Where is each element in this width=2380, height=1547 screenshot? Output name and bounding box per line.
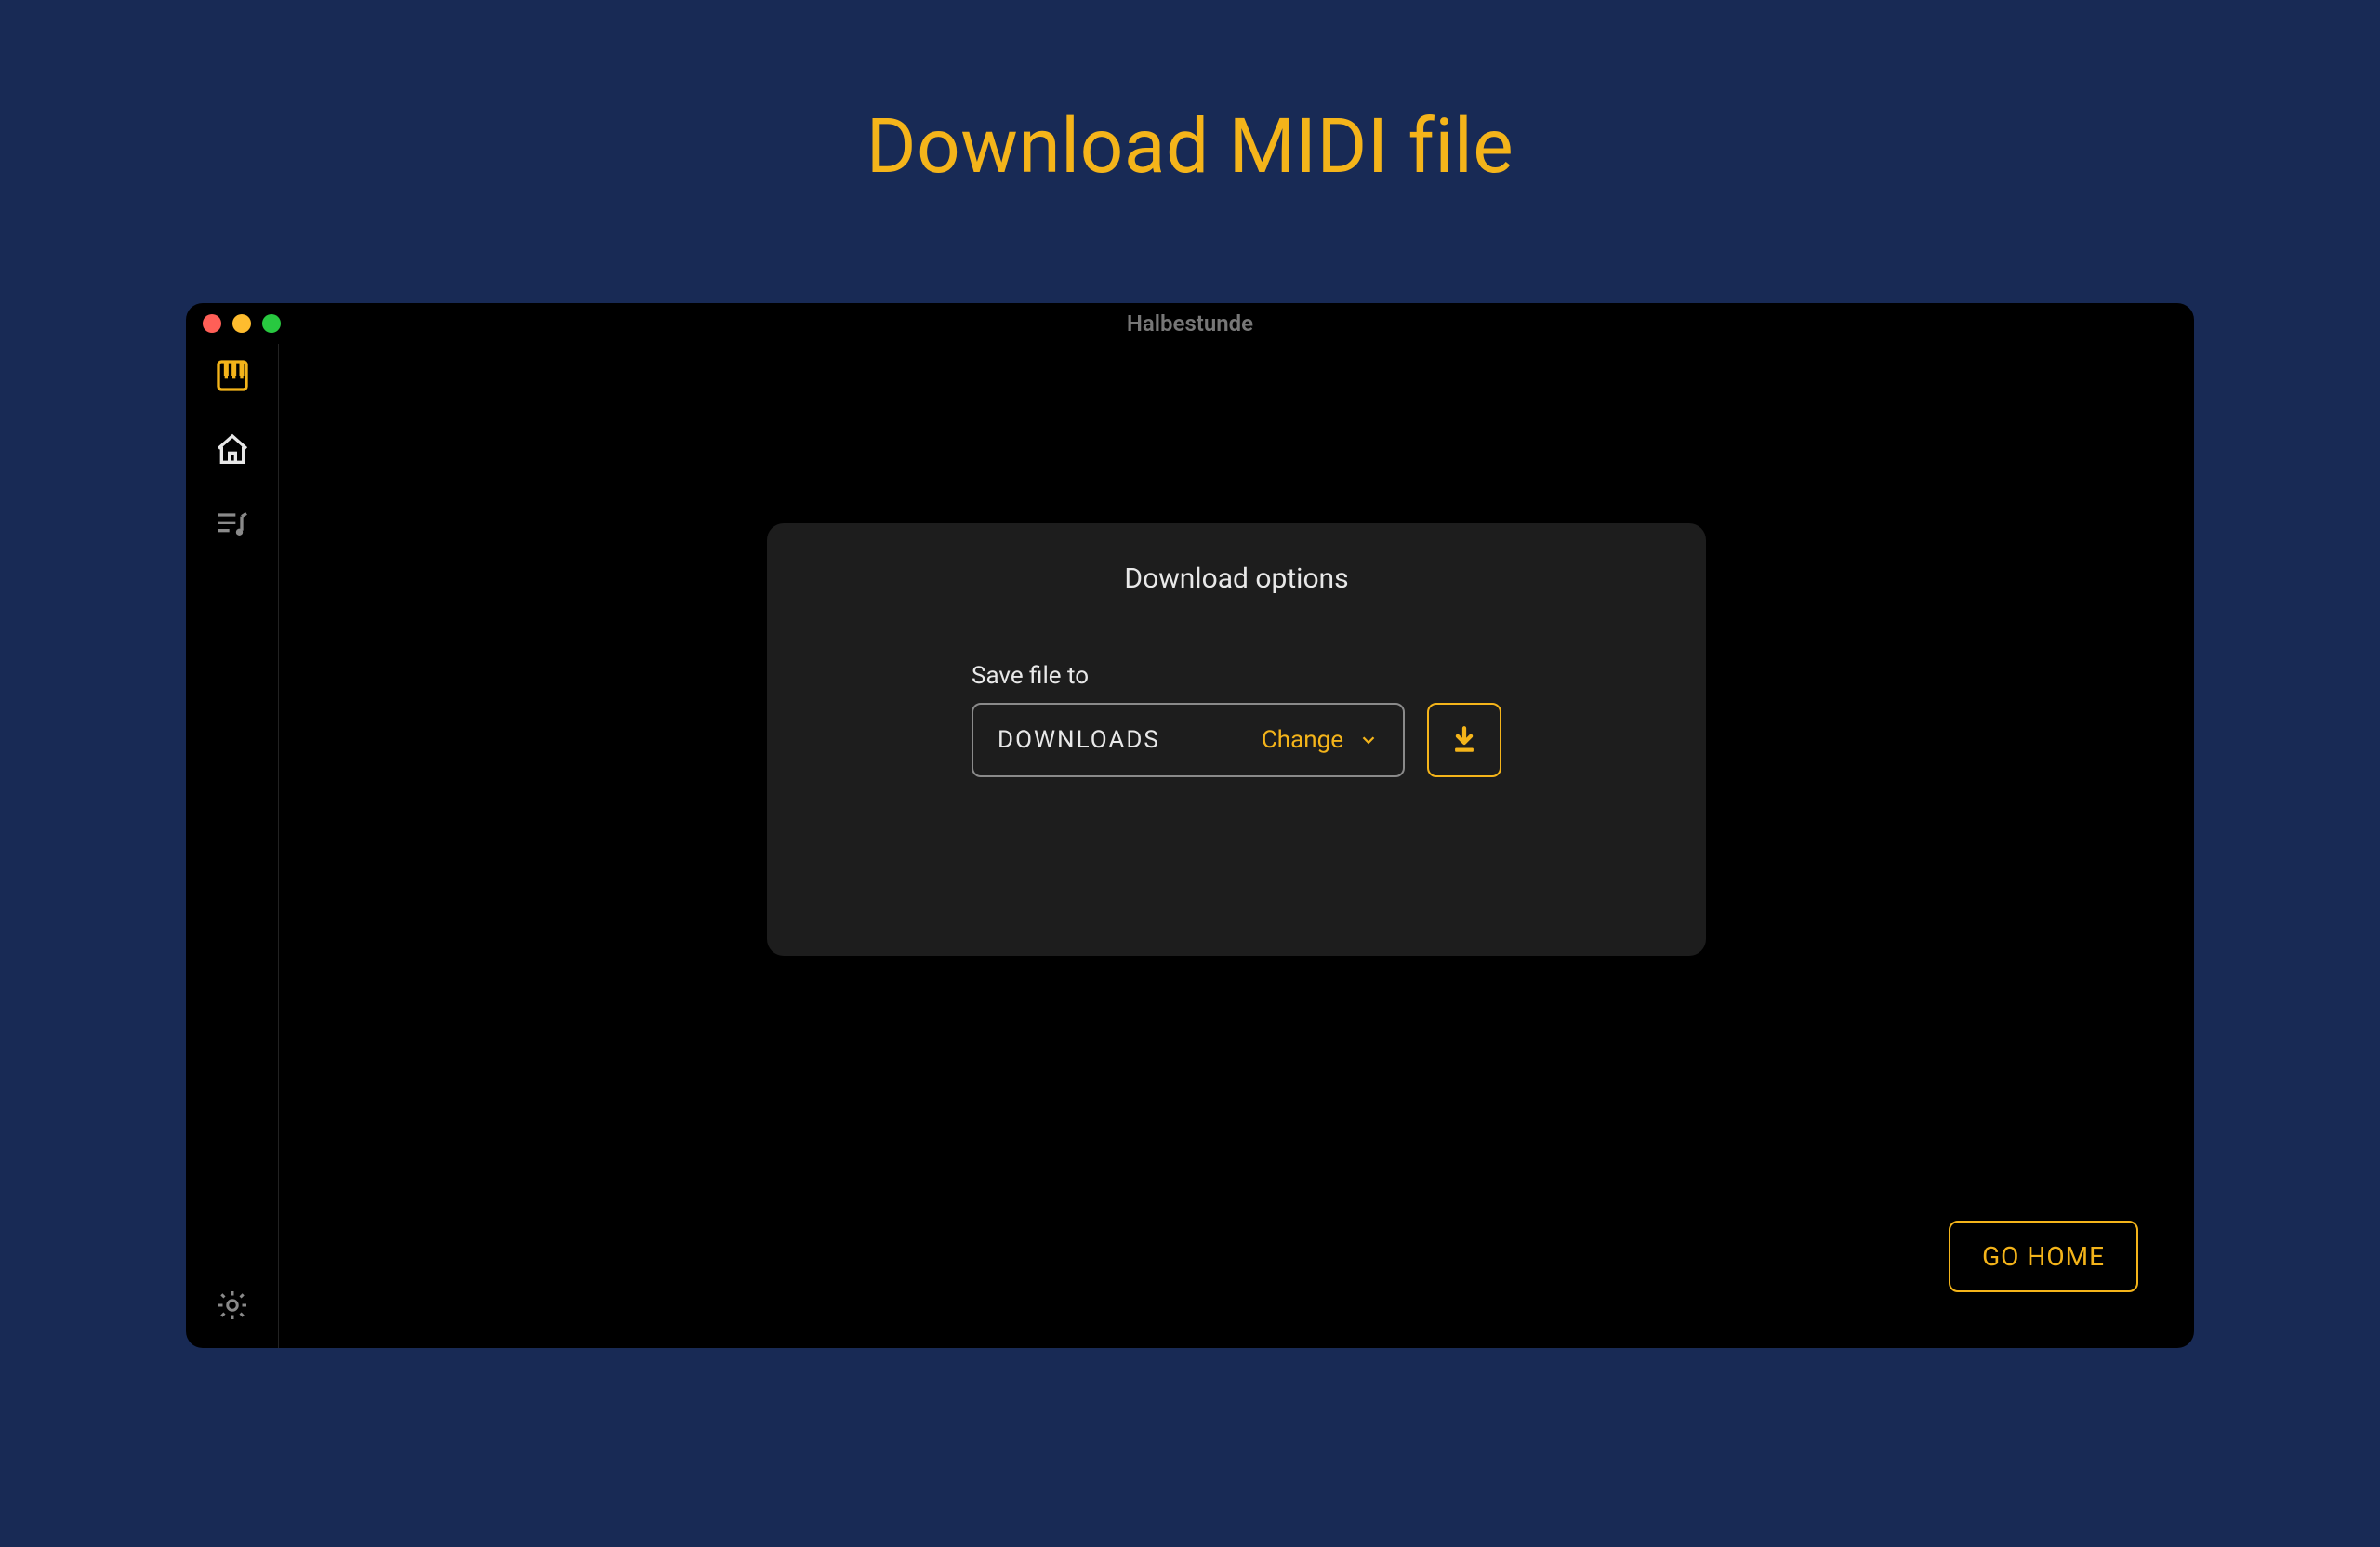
window-maximize-button[interactable] xyxy=(262,314,281,333)
download-icon xyxy=(1448,724,1480,756)
dialog-heading: Download options xyxy=(1124,562,1348,595)
home-icon xyxy=(214,431,251,469)
sidebar-item-piano[interactable] xyxy=(212,355,253,396)
change-label: Change xyxy=(1262,726,1343,754)
music-list-icon xyxy=(214,506,251,543)
piano-icon xyxy=(214,357,251,394)
traffic-lights xyxy=(203,314,281,333)
app-body: Download options Save file to DOWNLOADS … xyxy=(186,344,2194,1348)
save-location-field: Save file to DOWNLOADS Change xyxy=(972,662,1501,777)
field-label: Save file to xyxy=(972,662,1501,690)
destination-select[interactable]: DOWNLOADS Change xyxy=(972,703,1405,777)
app-window: Halbestunde xyxy=(186,303,2194,1348)
download-button[interactable] xyxy=(1427,703,1501,777)
go-home-button[interactable]: GO HOME xyxy=(1949,1221,2138,1292)
sidebar-item-playlist[interactable] xyxy=(212,504,253,545)
window-title: Halbestunde xyxy=(1127,311,1253,337)
destination-value: DOWNLOADS xyxy=(998,726,1160,754)
content-area: Download options Save file to DOWNLOADS … xyxy=(279,344,2194,1348)
window-close-button[interactable] xyxy=(203,314,221,333)
go-home-label: GO HOME xyxy=(1982,1241,2105,1272)
window-minimize-button[interactable] xyxy=(232,314,251,333)
sidebar-item-settings[interactable] xyxy=(212,1285,253,1326)
chevron-down-icon xyxy=(1358,730,1379,750)
sidebar-item-home[interactable] xyxy=(212,430,253,470)
sidebar xyxy=(186,344,279,1348)
change-button[interactable]: Change xyxy=(1262,726,1379,754)
gear-icon xyxy=(216,1289,249,1322)
download-options-dialog: Download options Save file to DOWNLOADS … xyxy=(767,523,1706,956)
page-title: Download MIDI file xyxy=(866,102,1514,192)
titlebar: Halbestunde xyxy=(186,303,2194,344)
field-row: DOWNLOADS Change xyxy=(972,703,1501,777)
